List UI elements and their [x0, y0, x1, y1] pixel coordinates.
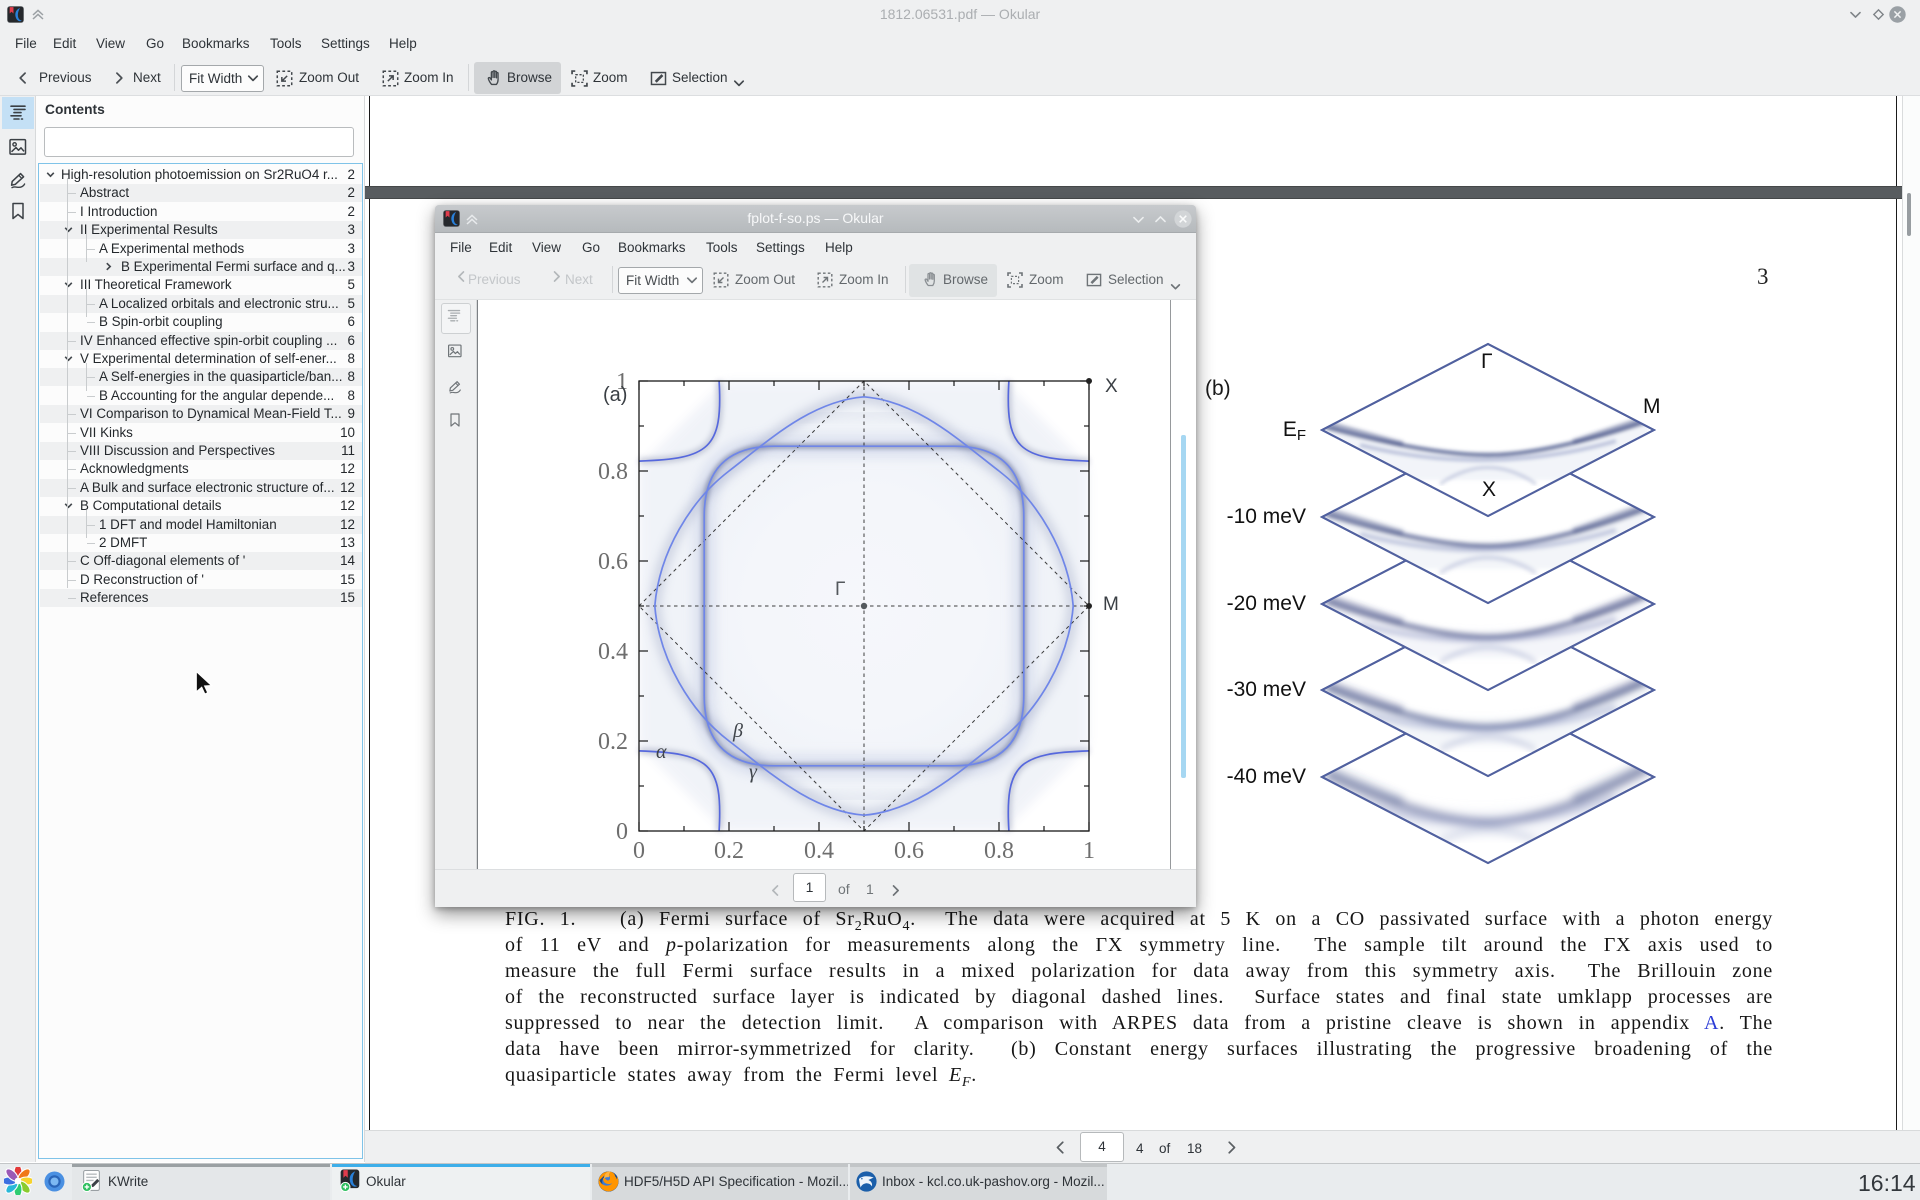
svg-text:0.6: 0.6 [894, 838, 924, 864]
svg-text:α: α [656, 741, 667, 763]
svg-text:M: M [1103, 594, 1119, 615]
svg-text:-20 meV: -20 meV [1227, 592, 1306, 615]
svg-text:X: X [1482, 478, 1496, 501]
svg-text:0.4: 0.4 [598, 639, 628, 665]
svg-text:0.8: 0.8 [984, 838, 1014, 864]
svg-text:Γ: Γ [1481, 350, 1493, 373]
svg-text:(b): (b) [1205, 377, 1231, 400]
svg-text:Γ: Γ [835, 579, 845, 600]
svg-text:M: M [1643, 395, 1661, 418]
svg-text:0: 0 [616, 819, 628, 845]
svg-text:0.4: 0.4 [804, 838, 834, 864]
svg-text:0.2: 0.2 [714, 838, 744, 864]
svg-text:-30 meV: -30 meV [1227, 678, 1306, 701]
svg-text:EF: EF [1283, 418, 1306, 444]
svg-text:X: X [1105, 376, 1118, 397]
svg-text:β: β [732, 720, 743, 742]
svg-text:1: 1 [1083, 838, 1095, 864]
svg-text:(a): (a) [603, 384, 627, 406]
svg-text:γ: γ [749, 761, 758, 783]
svg-text:-10 meV: -10 meV [1227, 505, 1306, 528]
svg-text:-40 meV: -40 meV [1227, 765, 1306, 788]
svg-text:0: 0 [633, 838, 645, 864]
svg-text:0.2: 0.2 [598, 729, 628, 755]
svg-text:0.6: 0.6 [598, 549, 628, 575]
svg-text:0.8: 0.8 [598, 459, 628, 485]
